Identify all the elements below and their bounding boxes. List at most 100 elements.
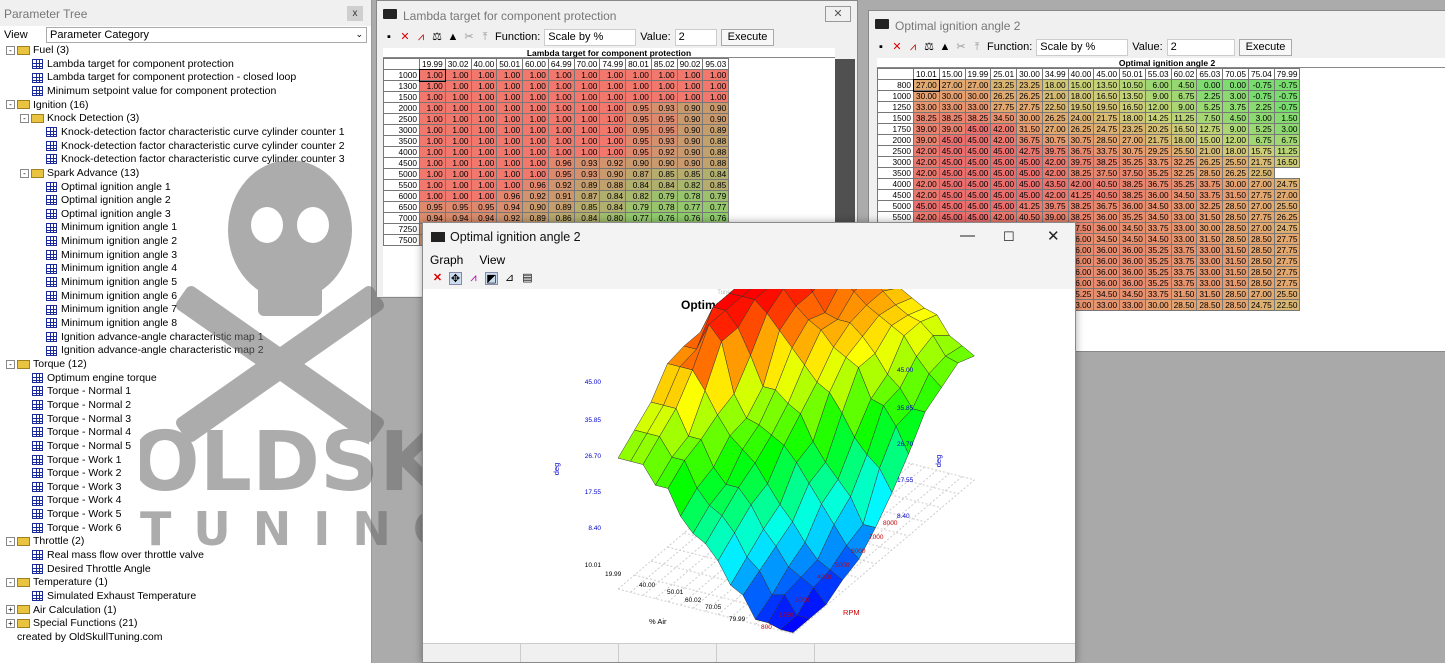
table-cell[interactable]: 27.00 <box>1247 178 1275 190</box>
view-select[interactable]: Parameter Category ⌄ <box>46 27 367 43</box>
table-cell[interactable]: 28.50 <box>1247 233 1275 245</box>
table-cell[interactable]: 15.00 <box>1196 134 1224 146</box>
table-cell[interactable]: 13.50 <box>1093 79 1121 91</box>
tree-item[interactable]: Minimum ignition angle 6 <box>34 290 177 303</box>
table-cell[interactable]: 7.50 <box>1196 112 1224 124</box>
table-cell[interactable]: 0.90 <box>625 157 652 169</box>
table-cell[interactable]: 37.50 <box>1119 167 1146 179</box>
table-cell[interactable]: 27.00 <box>1247 222 1275 234</box>
table-cell[interactable]: 33.00 <box>1170 211 1198 223</box>
tree-item[interactable]: Minimum ignition angle 8 <box>34 317 177 330</box>
table-cell[interactable]: 27.75 <box>1016 101 1043 113</box>
table-cell[interactable]: 45.00 <box>1016 167 1043 179</box>
table-cell[interactable]: 1.00 <box>444 91 472 103</box>
table-cell[interactable]: 19.50 <box>1067 101 1095 113</box>
surface-icon[interactable]: ◩ <box>485 272 498 285</box>
table-cell[interactable]: 1.00 <box>496 135 524 147</box>
table-cell[interactable]: 1.00 <box>522 91 549 103</box>
tree-folder[interactable]: - Throttle (2) <box>6 535 84 548</box>
table-cell[interactable]: 6.75 <box>1273 134 1301 146</box>
table-cell[interactable]: 1.00 <box>496 69 524 81</box>
table-cell[interactable]: 1.00 <box>599 80 627 92</box>
table-cell[interactable]: 33.00 <box>1196 244 1224 256</box>
table-cell[interactable]: 1.00 <box>573 102 601 114</box>
minimize-icon[interactable]: — <box>960 227 975 244</box>
table-cell[interactable]: 45.00 <box>964 211 992 223</box>
table-cell[interactable]: 0.78 <box>676 190 704 202</box>
table-cell[interactable]: 34.50 <box>1119 233 1146 245</box>
table-cell[interactable]: 45.00 <box>990 178 1018 190</box>
table-cell[interactable]: 33.00 <box>1170 200 1198 212</box>
table-cell[interactable]: 45.00 <box>938 145 966 157</box>
tree-item[interactable]: Lambda target for component protection <box>20 58 234 71</box>
table-cell[interactable]: 27.00 <box>938 79 966 91</box>
table-cell[interactable]: 30.00 <box>964 90 992 102</box>
tree-item[interactable]: Lambda target for component protection -… <box>20 71 296 84</box>
table-cell[interactable]: 40.50 <box>1093 178 1121 190</box>
table-cell[interactable]: 45.00 <box>938 189 966 201</box>
table-cell[interactable]: 1.00 <box>419 190 446 202</box>
table-cell[interactable]: 1.00 <box>470 124 498 136</box>
table-cell[interactable]: 25.50 <box>1222 156 1249 168</box>
table-cell[interactable]: 0.89 <box>573 179 601 191</box>
table-cell[interactable]: 24.75 <box>1273 222 1301 234</box>
table-cell[interactable]: 27.75 <box>1247 189 1275 201</box>
table-cell[interactable]: 36.00 <box>1119 200 1146 212</box>
tree-item[interactable]: Ignition advance-angle characteristic ma… <box>34 344 264 357</box>
table-cell[interactable]: 43.50 <box>1041 178 1069 190</box>
table-cell[interactable]: 38.25 <box>964 112 992 124</box>
table-cell[interactable]: 26.25 <box>1041 112 1069 124</box>
table-cell[interactable]: 0.90 <box>702 102 730 114</box>
tree-item[interactable]: Torque - Work 1 <box>20 454 122 467</box>
table-cell[interactable]: 21.75 <box>1144 134 1172 146</box>
table-cell[interactable]: 33.75 <box>1170 277 1198 289</box>
revert-icon[interactable]: ✕ <box>399 31 411 43</box>
table-cell[interactable]: 0.91 <box>547 190 575 202</box>
table-cell[interactable]: 35.25 <box>1144 167 1172 179</box>
table-cell[interactable]: 1.00 <box>496 102 524 114</box>
table-cell[interactable]: 30.00 <box>1016 112 1043 124</box>
table-cell[interactable]: 42.00 <box>913 156 940 168</box>
table-cell[interactable]: 42.00 <box>1041 189 1069 201</box>
table-cell[interactable]: 1.00 <box>419 135 446 147</box>
table-cell[interactable]: 1.00 <box>470 102 498 114</box>
table-cell[interactable]: 5.25 <box>1196 101 1224 113</box>
table-cell[interactable]: 1.00 <box>547 146 575 158</box>
tree-item[interactable]: Torque - Work 2 <box>20 467 122 480</box>
tree-item[interactable]: Torque - Work 5 <box>20 508 122 521</box>
table-cell[interactable]: 9.00 <box>1144 90 1172 102</box>
table-cell[interactable]: 14.25 <box>1144 112 1172 124</box>
table-cell[interactable]: 0.95 <box>650 124 678 136</box>
table-cell[interactable]: 0.95 <box>625 124 652 136</box>
table-cell[interactable]: 34.50 <box>1144 233 1172 245</box>
table-cell[interactable]: 1.50 <box>1273 112 1301 124</box>
table-cell[interactable]: 27.75 <box>1273 277 1301 289</box>
table-cell[interactable]: 30.00 <box>1222 178 1249 190</box>
table-cell[interactable]: 24.75 <box>1247 299 1275 311</box>
tree-item[interactable]: Real mass flow over throttle valve <box>20 549 204 562</box>
table-cell[interactable]: 45.00 <box>964 167 992 179</box>
table-cell[interactable]: 3.00 <box>1247 112 1275 124</box>
table-cell[interactable]: 26.25 <box>1196 156 1224 168</box>
table-cell[interactable]: 45.00 <box>938 167 966 179</box>
tree-item[interactable]: Desired Throttle Angle <box>20 563 151 576</box>
table-cell[interactable]: 1.00 <box>599 113 627 125</box>
table-cell[interactable]: 1.00 <box>444 124 472 136</box>
table-cell[interactable]: 36.00 <box>1093 277 1121 289</box>
table-cell[interactable]: 36.00 <box>1144 189 1172 201</box>
table-cell[interactable]: 34.50 <box>1144 200 1172 212</box>
table-cell[interactable]: 26.25 <box>1067 123 1095 135</box>
table-cell[interactable]: 23.25 <box>1119 123 1146 135</box>
table-cell[interactable]: 0.96 <box>547 157 575 169</box>
table-cell[interactable]: 1.00 <box>702 69 730 81</box>
table-cell[interactable]: 38.25 <box>1067 200 1095 212</box>
table-cell[interactable]: 39.00 <box>938 123 966 135</box>
table-cell[interactable]: 20.25 <box>1144 123 1172 135</box>
tree-item[interactable]: Torque - Normal 2 <box>20 399 131 412</box>
table-cell[interactable]: 0.90 <box>702 113 730 125</box>
table-cell[interactable]: 0.84 <box>625 179 652 191</box>
table-cell[interactable]: 1.00 <box>573 146 601 158</box>
table-cell[interactable]: 26.25 <box>1016 90 1043 102</box>
table-cell[interactable]: 1.00 <box>522 69 549 81</box>
table-cell[interactable]: 1.00 <box>547 80 575 92</box>
